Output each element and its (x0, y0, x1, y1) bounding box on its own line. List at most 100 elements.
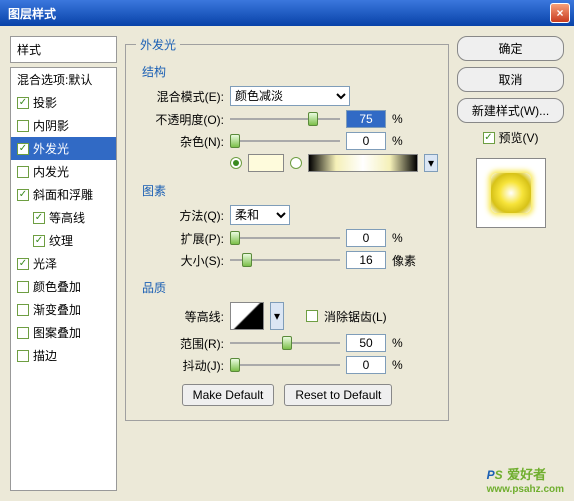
style-item-label: 图案叠加 (33, 324, 81, 341)
style-checkbox[interactable] (17, 281, 29, 293)
gradient-radio[interactable] (290, 157, 302, 169)
panel-title: 外发光 (136, 36, 180, 53)
style-item-label: 外发光 (33, 140, 69, 157)
style-item-label: 斜面和浮雕 (33, 186, 93, 203)
mid-panel: 外发光 结构 混合模式(E): 颜色减淡 不透明度(O): % 杂色(N): % (125, 36, 449, 491)
preview-checkbox[interactable] (483, 132, 495, 144)
style-item-label: 内发光 (33, 163, 69, 180)
gradient-swatch[interactable] (308, 154, 418, 172)
pct-unit: % (392, 134, 403, 148)
style-checkbox[interactable] (33, 212, 45, 224)
antialias-checkbox[interactable] (306, 310, 318, 322)
close-icon[interactable]: × (550, 3, 570, 23)
make-default-button[interactable]: Make Default (182, 384, 275, 406)
style-checkbox[interactable] (17, 143, 29, 155)
style-item-label: 纹理 (49, 232, 73, 249)
style-item-label: 等高线 (49, 209, 85, 226)
contour-dropdown-icon[interactable]: ▾ (270, 302, 284, 330)
style-item-label: 颜色叠加 (33, 278, 81, 295)
style-item-投影[interactable]: 投影 (11, 91, 116, 114)
opacity-slider[interactable] (230, 110, 340, 128)
watermark: PS 爱好者 www.psahz.com (487, 464, 564, 495)
right-panel: 确定 取消 新建样式(W)... 预览(V) (457, 36, 564, 491)
size-slider[interactable] (230, 251, 340, 269)
range-input[interactable] (346, 334, 386, 352)
opacity-label: 不透明度(O): (136, 111, 224, 128)
jitter-slider[interactable] (230, 356, 340, 374)
noise-label: 杂色(N): (136, 133, 224, 150)
noise-input[interactable] (346, 132, 386, 150)
jitter-label: 抖动(J): (136, 357, 224, 374)
range-label: 范围(R): (136, 335, 224, 352)
method-label: 方法(Q): (136, 207, 224, 224)
gradient-dropdown-icon[interactable]: ▾ (424, 154, 438, 172)
antialias-label: 消除锯齿(L) (324, 308, 387, 325)
style-checkbox[interactable] (17, 120, 29, 132)
style-item-label: 描边 (33, 347, 57, 364)
style-item-描边[interactable]: 描边 (11, 344, 116, 367)
size-label: 大小(S): (136, 252, 224, 269)
style-checkbox[interactable] (17, 189, 29, 201)
style-checkbox[interactable] (17, 304, 29, 316)
new-style-button[interactable]: 新建样式(W)... (457, 98, 564, 123)
outer-glow-fieldset: 外发光 结构 混合模式(E): 颜色减淡 不透明度(O): % 杂色(N): % (125, 36, 449, 421)
style-item-label: 渐变叠加 (33, 301, 81, 318)
preview-label: 预览(V) (499, 129, 539, 146)
style-item-label: 内阴影 (33, 117, 69, 134)
contour-label: 等高线: (136, 308, 224, 325)
style-item-外发光[interactable]: 外发光 (11, 137, 116, 160)
style-checkbox[interactable] (17, 166, 29, 178)
color-radio[interactable] (230, 157, 242, 169)
noise-slider[interactable] (230, 132, 340, 150)
style-item-label: 光泽 (33, 255, 57, 272)
style-checkbox[interactable] (17, 327, 29, 339)
style-checkbox[interactable] (17, 258, 29, 270)
styles-heading[interactable]: 样式 (10, 36, 117, 63)
style-item-等高线[interactable]: 等高线 (11, 206, 116, 229)
titlebar: 图层样式 × (0, 0, 574, 26)
style-checkbox[interactable] (17, 97, 29, 109)
style-list: 混合选项:默认 投影内阴影外发光内发光斜面和浮雕等高线纹理光泽颜色叠加渐变叠加图… (10, 67, 117, 491)
cancel-button[interactable]: 取消 (457, 67, 564, 92)
range-slider[interactable] (230, 334, 340, 352)
reset-default-button[interactable]: Reset to Default (284, 384, 392, 406)
preview-box (476, 158, 546, 228)
style-checkbox[interactable] (17, 350, 29, 362)
ok-button[interactable]: 确定 (457, 36, 564, 61)
size-input[interactable] (346, 251, 386, 269)
blend-options-header[interactable]: 混合选项:默认 (11, 68, 116, 91)
spread-slider[interactable] (230, 229, 340, 247)
dialog-content: 样式 混合选项:默认 投影内阴影外发光内发光斜面和浮雕等高线纹理光泽颜色叠加渐变… (0, 26, 574, 501)
spread-input[interactable] (346, 229, 386, 247)
elements-heading: 图素 (142, 182, 438, 199)
style-item-内阴影[interactable]: 内阴影 (11, 114, 116, 137)
pct-unit: % (392, 336, 403, 350)
preview-swatch (491, 173, 531, 213)
style-item-纹理[interactable]: 纹理 (11, 229, 116, 252)
px-unit: 像素 (392, 252, 416, 269)
quality-heading: 品质 (142, 279, 438, 296)
pct-unit: % (392, 358, 403, 372)
contour-swatch[interactable] (230, 302, 264, 330)
blend-options-label: 混合选项:默认 (17, 71, 92, 88)
blend-mode-label: 混合模式(E): (136, 88, 224, 105)
jitter-input[interactable] (346, 356, 386, 374)
style-item-渐变叠加[interactable]: 渐变叠加 (11, 298, 116, 321)
style-item-颜色叠加[interactable]: 颜色叠加 (11, 275, 116, 298)
left-panel: 样式 混合选项:默认 投影内阴影外发光内发光斜面和浮雕等高线纹理光泽颜色叠加渐变… (10, 36, 117, 491)
color-swatch[interactable] (248, 154, 284, 172)
window-title: 图层样式 (8, 5, 550, 22)
pct-unit: % (392, 231, 403, 245)
style-checkbox[interactable] (33, 235, 45, 247)
style-item-label: 投影 (33, 94, 57, 111)
style-item-图案叠加[interactable]: 图案叠加 (11, 321, 116, 344)
style-item-斜面和浮雕[interactable]: 斜面和浮雕 (11, 183, 116, 206)
spread-label: 扩展(P): (136, 230, 224, 247)
pct-unit: % (392, 112, 403, 126)
structure-heading: 结构 (142, 63, 438, 80)
style-item-内发光[interactable]: 内发光 (11, 160, 116, 183)
opacity-input[interactable] (346, 110, 386, 128)
method-select[interactable]: 柔和 (230, 205, 290, 225)
blend-mode-select[interactable]: 颜色减淡 (230, 86, 350, 106)
style-item-光泽[interactable]: 光泽 (11, 252, 116, 275)
